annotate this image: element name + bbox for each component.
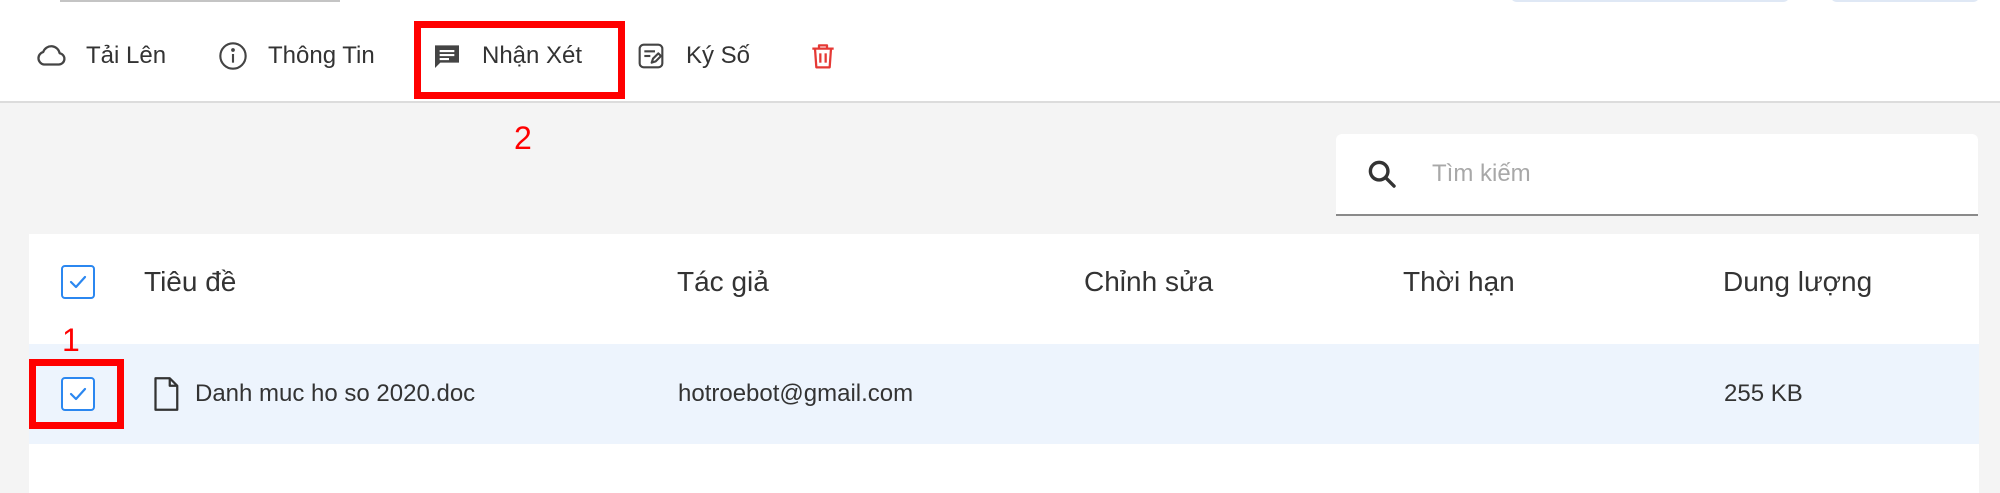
trash-icon (806, 39, 840, 73)
digital-sign-button[interactable]: Ký Số (634, 36, 750, 76)
cloud-icon (34, 39, 68, 73)
table-header: Tiêu đề Tác giả Chỉnh sửa Thời hạn Dung … (29, 234, 1979, 344)
info-icon (216, 39, 250, 73)
column-header-size[interactable]: Dung lượng (1723, 234, 1872, 330)
digital-sign-label: Ký Số (686, 42, 751, 69)
row-checkbox[interactable] (61, 377, 95, 411)
column-header-title[interactable]: Tiêu đề (144, 234, 236, 330)
step-number-1: 1 (62, 322, 80, 358)
toolbar: Tải Lên Thông Tin Nhận Xét Ký Số (0, 0, 2000, 103)
file-title-cell[interactable]: Danh muc ho so 2020.doc (151, 344, 475, 444)
check-icon (69, 387, 87, 401)
search-icon (1362, 154, 1402, 194)
file-icon (151, 376, 181, 412)
header-button-fragment[interactable] (1510, 0, 1790, 2)
select-all-cell (61, 234, 95, 330)
file-table: Tiêu đề Tác giả Chỉnh sửa Thời hạn Dung … (29, 234, 1979, 493)
row-checkbox-cell (61, 344, 95, 444)
sign-document-icon (634, 39, 668, 73)
column-header-deadline[interactable]: Thời hạn (1403, 234, 1515, 330)
header-button-fragment[interactable] (1830, 0, 1980, 2)
delete-button[interactable] (806, 36, 840, 76)
upload-button[interactable]: Tải Lên (34, 36, 166, 76)
info-button[interactable]: Thông Tin (216, 36, 375, 76)
page-title-fragment (60, 0, 340, 2)
size-cell: 255 KB (1724, 380, 1803, 407)
search-input[interactable] (1432, 160, 1952, 188)
column-header-author[interactable]: Tác giả (677, 234, 769, 330)
upload-label: Tải Lên (86, 42, 167, 69)
comment-label: Nhận Xét (482, 42, 583, 69)
file-title: Danh muc ho so 2020.doc (195, 380, 476, 407)
comment-button[interactable]: Nhận Xét (430, 36, 582, 76)
search-box[interactable] (1336, 134, 1978, 216)
author-cell: hotroebot@gmail.com (678, 380, 914, 407)
check-icon (69, 275, 87, 289)
column-header-edited[interactable]: Chỉnh sửa (1084, 234, 1213, 330)
info-label: Thông Tin (268, 42, 375, 69)
step-number-2: 2 (514, 120, 532, 156)
comment-icon (430, 39, 464, 73)
select-all-checkbox[interactable] (61, 265, 95, 299)
table-row[interactable]: Danh muc ho so 2020.doc hotroebot@gmail.… (29, 344, 1979, 444)
